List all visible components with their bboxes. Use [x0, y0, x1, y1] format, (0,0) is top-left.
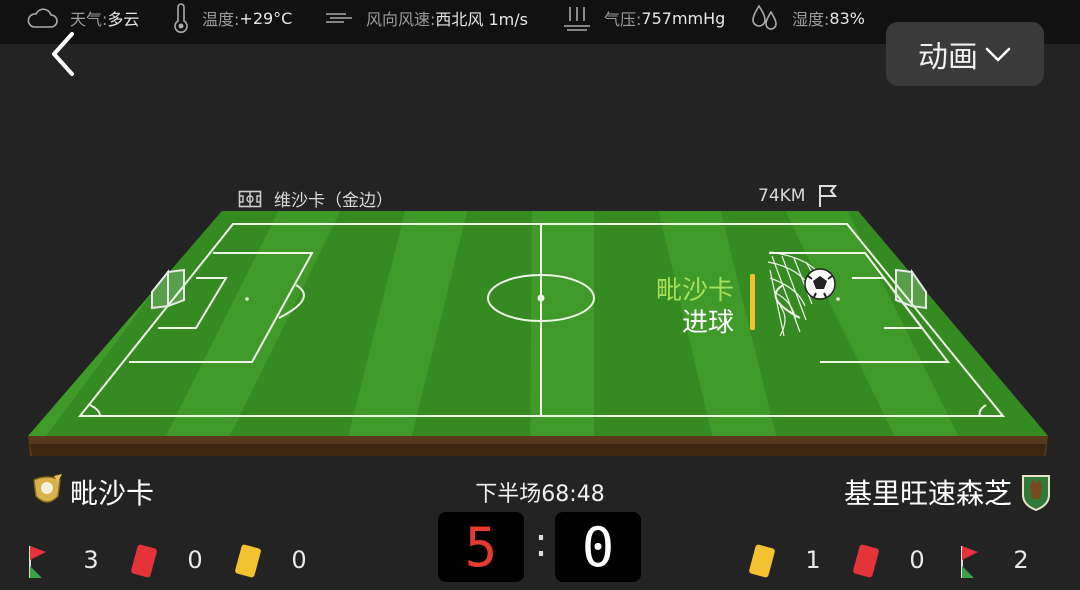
event-indicator-bar	[750, 274, 755, 330]
cloud-icon	[27, 8, 58, 28]
home-yellow-cards-count: 0	[291, 546, 307, 574]
weather-wind-label: 风向风速:	[366, 10, 436, 29]
weather-temp: 温度: +29°C	[172, 0, 292, 36]
weather-wind: 风向风速: 西北风 1m/s	[324, 0, 528, 36]
thermometer-icon	[174, 3, 188, 33]
football-pitch	[28, 211, 1048, 456]
away-team[interactable]: 基里旺速森芝	[844, 472, 1052, 512]
chevron-left-icon	[52, 32, 74, 76]
weather-temp-label: 温度:	[202, 10, 240, 29]
home-red-card-icon	[131, 544, 157, 578]
pressure-icon	[564, 7, 590, 31]
home-corner-flag-icon	[29, 546, 46, 578]
home-red-cards-count: 0	[187, 546, 203, 574]
water-drops-icon	[752, 4, 777, 30]
home-score: 5	[438, 512, 524, 582]
weather-wind-value: 西北风 1m/s	[435, 10, 528, 29]
away-team-logo-icon	[1022, 475, 1050, 511]
home-team[interactable]: 毗沙卡	[30, 472, 154, 512]
weather-humidity: 湿度: 83%	[750, 0, 865, 36]
away-red-card-icon	[853, 544, 879, 578]
home-yellow-card-icon	[235, 544, 261, 578]
weather-pressure-label: 气压:	[604, 10, 642, 29]
weather-sky-label: 天气:	[70, 10, 108, 29]
weather-temp-value: +29°C	[239, 8, 293, 28]
away-yellow-card-icon	[749, 544, 775, 578]
chevron-down-icon	[985, 47, 1011, 62]
away-team-name: 基里旺速森芝	[843, 477, 1012, 510]
weather-pressure: 气压: 757mmHg	[562, 0, 725, 36]
weather-sky-value: 多云	[107, 10, 140, 29]
away-yellow-cards-count: 1	[805, 546, 821, 574]
event-type: 进球	[681, 308, 734, 338]
weather-pressure-value: 757mmHg	[641, 8, 726, 28]
home-team-name: 毗沙卡	[70, 477, 155, 510]
wind-icon	[326, 13, 352, 23]
animation-label: 动画	[918, 40, 978, 75]
back-button[interactable]	[44, 30, 84, 80]
ball-icon	[804, 268, 836, 300]
match-period-time: 下半场68:48	[475, 482, 605, 507]
animation-dropdown[interactable]: 动画	[886, 22, 1044, 86]
away-red-cards-count: 0	[909, 546, 925, 574]
weather-humidity-value: 83%	[829, 8, 865, 28]
away-corners-count: 2	[1013, 546, 1029, 574]
away-corner-flag-icon	[961, 546, 978, 578]
home-team-logo-icon	[33, 474, 62, 503]
away-score: 0	[555, 512, 641, 582]
score-separator: :	[534, 520, 548, 566]
weather-humidity-label: 湿度:	[792, 10, 830, 29]
home-corners-count: 3	[83, 546, 99, 574]
